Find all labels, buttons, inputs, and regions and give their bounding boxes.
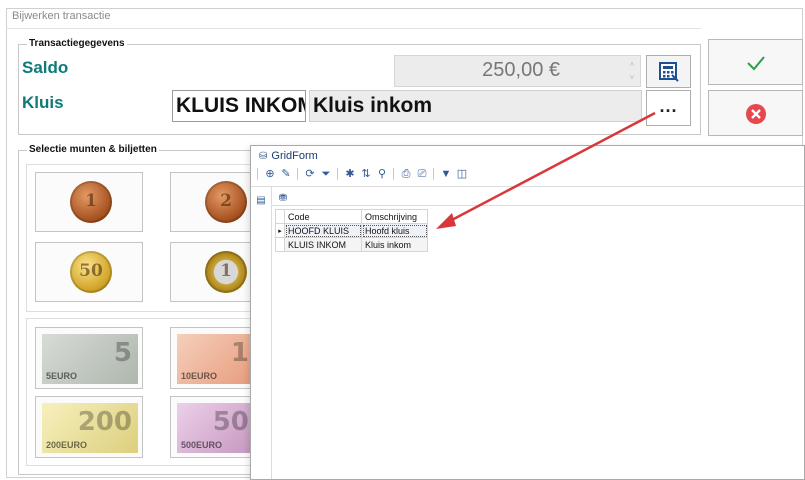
transaction-group-title: Transactiegegevens — [27, 38, 127, 49]
saldo-amount-field[interactable]: 250,00 € ˄ ˅ — [394, 55, 641, 87]
toolbar-separator — [257, 168, 258, 180]
clear-filter-icon[interactable]: ⏷ — [319, 167, 333, 181]
cell-code[interactable]: KLUIS INKOM — [284, 237, 362, 252]
edit-icon[interactable]: ✎ — [279, 167, 293, 181]
coin-1-cent-button[interactable]: 1 — [35, 172, 143, 232]
note-500-euro-text: 500EURO — [181, 440, 223, 450]
table-row[interactable]: KLUIS INKOM Kluis inkom — [275, 237, 428, 252]
note-200-euro-button[interactable]: 200 200EURO — [35, 396, 143, 458]
column-header-omschrijving[interactable]: Omschrijving — [361, 209, 428, 224]
columns-icon[interactable]: ◫ — [455, 167, 469, 181]
spin-up-icon[interactable]: ˄ — [628, 60, 636, 70]
record-search-icon[interactable]: ▤ — [255, 195, 267, 207]
spin-down-icon[interactable]: ˅ — [628, 73, 636, 83]
print-icon[interactable]: ⎙ — [399, 167, 413, 181]
note-200-euro-text: 200EURO — [46, 440, 88, 450]
kluis-name-field[interactable]: Kluis inkom — [309, 90, 642, 122]
coin-50-cent-button[interactable]: 50 — [35, 242, 143, 302]
print-preview-icon[interactable]: ⎚ — [415, 167, 429, 181]
kluis-code-field[interactable]: KLUIS INKOM — [172, 90, 306, 122]
gridform-table: Code Omschrijving ▸ HOOFD KLUIS Hoofd kl… — [275, 209, 428, 252]
window-title: Bijwerken transactie — [12, 10, 111, 22]
database-icon[interactable]: ⛃ — [277, 193, 289, 205]
cancel-icon — [746, 104, 766, 124]
settings-icon[interactable]: ✱ — [343, 167, 357, 181]
gridform-title: GridForm — [271, 150, 318, 162]
note-5-euro-text: 5EURO — [46, 371, 78, 381]
column-header-code[interactable]: Code — [284, 209, 362, 224]
table-row[interactable]: ▸ HOOFD KLUIS Hoofd kluis — [275, 223, 428, 238]
coin-50-cent-image: 50 — [70, 251, 112, 293]
coin-1-cent-label: 1 — [85, 191, 97, 211]
title-separator — [6, 28, 701, 29]
kluis-label: Kluis — [22, 93, 64, 112]
check-icon — [747, 56, 765, 71]
calculator-button[interactable] — [646, 55, 691, 88]
selection-group-title: Selectie munten & biljetten — [27, 144, 159, 155]
table-header-row: Code Omschrijving — [275, 209, 428, 224]
coin-1-euro-image: 1 — [205, 251, 247, 293]
coin-2-cent-label: 2 — [220, 191, 232, 211]
add-icon[interactable]: ⊕ — [263, 167, 277, 181]
sort-icon[interactable]: ⇅ — [359, 167, 373, 181]
gridform-toolbar: ⊕ ✎ ⟳ ⏷ ✱ ⇅ ⚲ ⎙ ⎚ ▼ ◫ — [255, 166, 804, 184]
cell-omschrijving[interactable]: Kluis inkom — [361, 237, 428, 252]
row-selector — [275, 237, 285, 252]
note-5-euro-button[interactable]: 5 5EURO — [35, 327, 143, 389]
row-selector-header — [275, 209, 285, 224]
gridform-window: ⛁ GridForm ⊕ ✎ ⟳ ⏷ ✱ ⇅ ⚲ ⎙ ⎚ ▼ ◫ ⛃ ▤ Code… — [250, 145, 805, 480]
toolbar-separator — [337, 168, 338, 180]
coin-1-euro-label: 1 — [220, 261, 232, 281]
cell-omschrijving[interactable]: Hoofd kluis — [361, 223, 428, 238]
search-icon[interactable]: ⚲ — [375, 167, 389, 181]
ok-button[interactable] — [708, 39, 803, 85]
note-10-euro-text: 10EURO — [181, 371, 218, 381]
refresh-icon[interactable]: ⟳ — [303, 167, 317, 181]
toolbar-separator — [393, 168, 394, 180]
toolbar-separator — [297, 168, 298, 180]
database-form-icon: ⛁ — [259, 151, 268, 162]
cell-code[interactable]: HOOFD KLUIS — [284, 223, 362, 238]
toolbar-divider — [251, 186, 804, 187]
note-200-euro-image: 200 200EURO — [42, 403, 138, 453]
note-5-euro-image: 5 5EURO — [42, 334, 138, 384]
note-5-euro-value: 5 — [113, 338, 132, 368]
kluis-lookup-label: ... — [659, 96, 678, 116]
saldo-label: Saldo — [22, 58, 69, 77]
filter-icon[interactable]: ▼ — [439, 167, 453, 181]
kluis-lookup-button[interactable]: ... — [646, 90, 691, 126]
coin-50-cent-label: 50 — [79, 261, 103, 281]
saldo-amount-value: 250,00 € — [482, 59, 560, 81]
toolbar-separator — [433, 168, 434, 180]
left-rail-divider — [271, 187, 272, 479]
calculator-icon — [659, 62, 679, 82]
note-200-euro-value: 200 — [77, 407, 132, 437]
grid-top-divider — [271, 205, 804, 206]
cancel-button[interactable] — [708, 90, 803, 136]
coin-2-cent-image: 2 — [205, 181, 247, 223]
gridform-title-bar: ⛁ GridForm — [259, 150, 318, 162]
coin-1-cent-image: 1 — [70, 181, 112, 223]
row-indicator-icon: ▸ — [275, 223, 285, 238]
